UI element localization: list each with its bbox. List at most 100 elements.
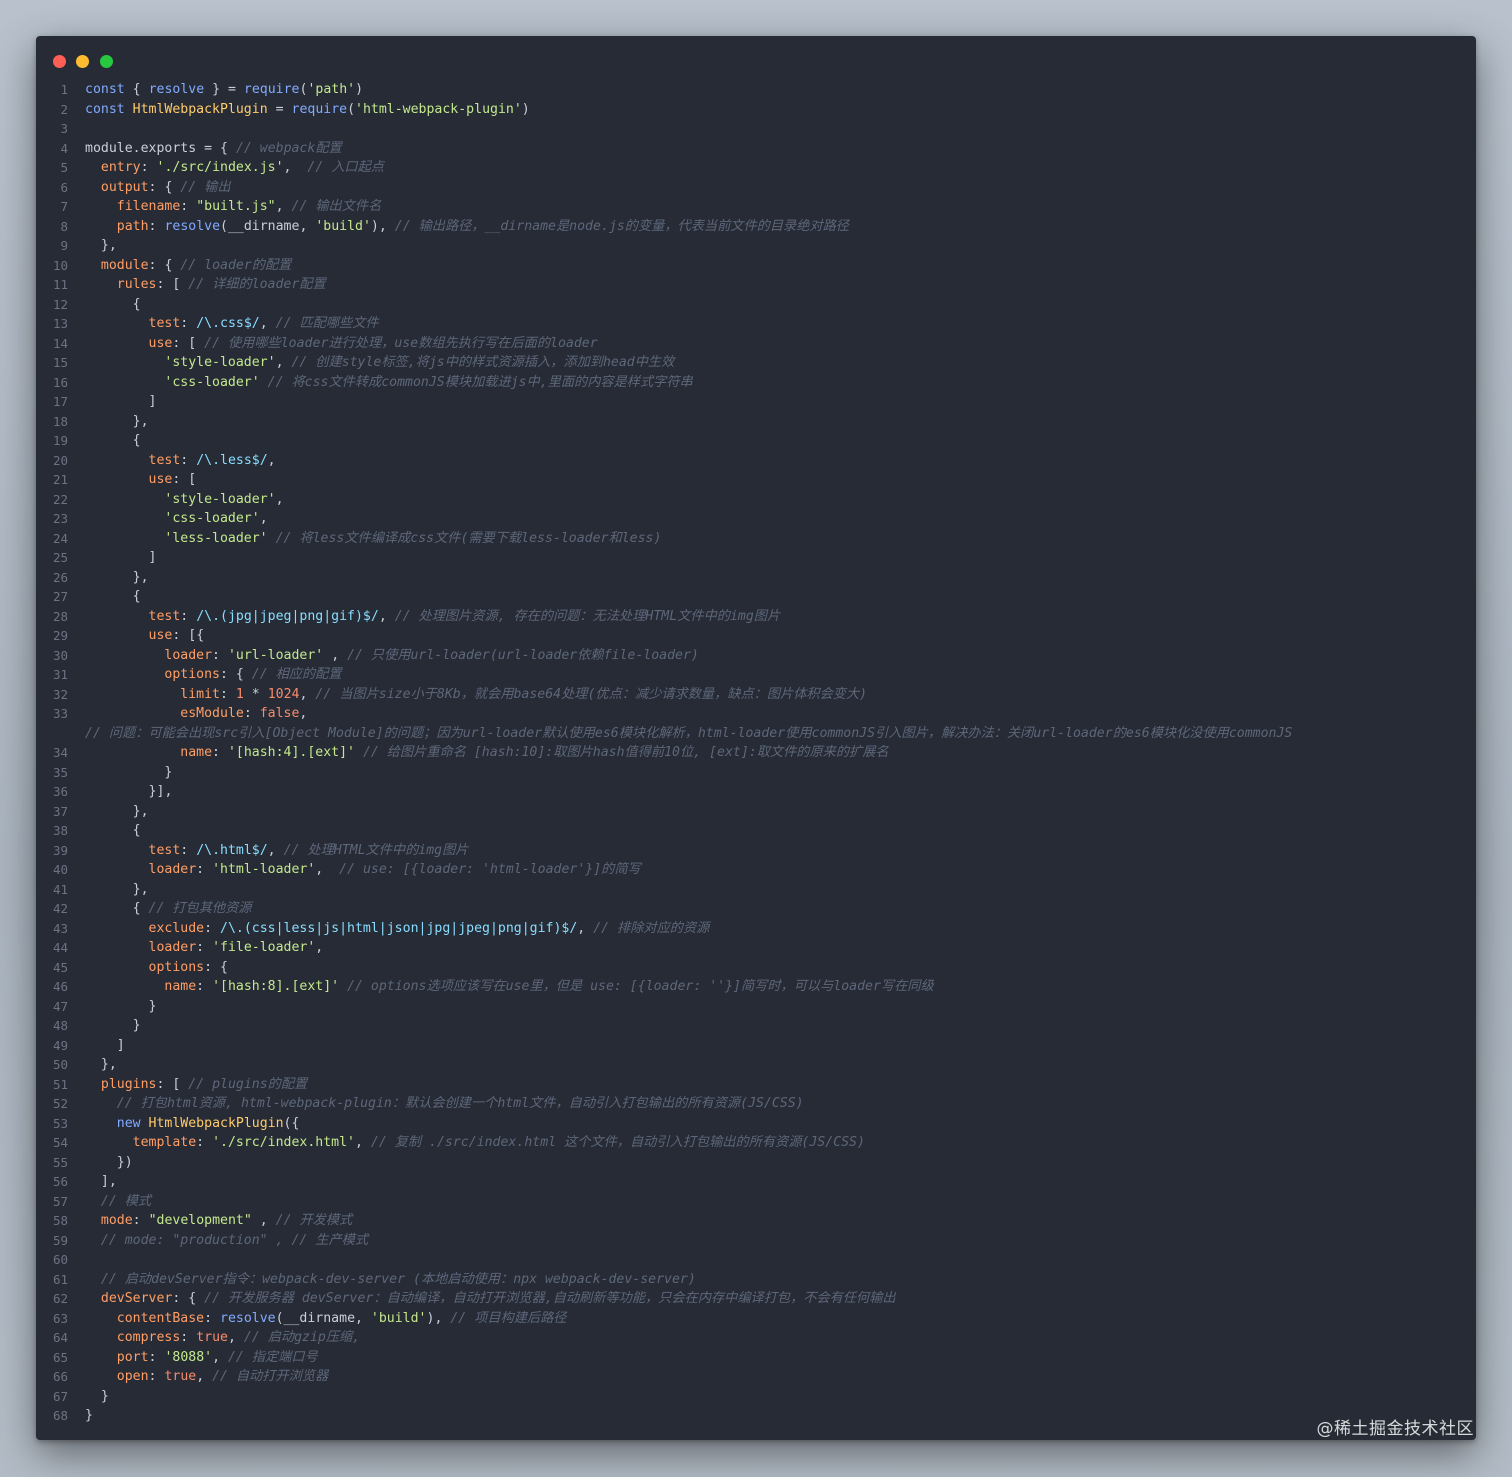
line-number: 14: [52, 335, 68, 351]
window-titlebar: [36, 36, 1476, 86]
code-text: plugins: [ // plugins的配置: [100, 1076, 308, 1092]
code-window: 1 const { resolve } = require('path') 2 con…: [36, 36, 1476, 1440]
code-line: 37 },: [36, 802, 1476, 822]
code-text: {: [132, 433, 141, 448]
code-line: 46 name: '[hash:8].[ext]' // options选项应该…: [36, 977, 1476, 997]
line-number: 41: [52, 881, 68, 897]
code-text: limit: 1 * 1024, // 当图片size小于8Kb，就会用base…: [180, 686, 868, 702]
line-number: 34: [52, 745, 68, 760]
line-number: 55: [52, 1154, 68, 1170]
code-text: output: { // 输出: [100, 179, 231, 195]
maximize-window-button[interactable]: [100, 55, 113, 68]
code-line: 2 const HtmlWebpackPlugin = require('html…: [36, 100, 1476, 120]
line-number: 22: [52, 491, 68, 507]
line-number: 60: [52, 1252, 68, 1267]
code-line: 56 ],: [36, 1172, 1476, 1192]
line-number: 31: [52, 667, 68, 682]
code-line: 31 options: { // 相应的配置: [36, 665, 1476, 685]
code-line: 35 }: [36, 763, 1476, 783]
code-text: }: [164, 764, 173, 780]
code-text: esModule: false,: [180, 706, 308, 721]
code-text: },: [100, 1057, 117, 1072]
code-line: 5 entry: './src/index.js', // 入口起点: [36, 158, 1476, 178]
line-number: 42: [52, 901, 68, 916]
line-number: 52: [52, 1096, 68, 1111]
watermark: @稀土掘金技术社区: [1316, 1419, 1474, 1439]
code-line: 54 template: './src/index.html', // 复制 .…: [36, 1133, 1476, 1153]
line-number: 1: [60, 82, 68, 97]
line-number: 49: [52, 1037, 68, 1053]
code-text: // 模式: [100, 1193, 152, 1209]
code-line: // 问题：可能会出现src引入[Object Module]的问题；因为url…: [36, 724, 1476, 744]
line-number: 56: [52, 1174, 68, 1189]
code-line: 55 }): [36, 1153, 1476, 1173]
line-number: 59: [52, 1232, 68, 1248]
minimize-window-button[interactable]: [76, 55, 89, 68]
line-number: 39: [52, 842, 68, 858]
code-text: 'style-loader',: [164, 491, 284, 507]
code-line: 18 },: [36, 412, 1476, 432]
line-number: 48: [52, 1018, 68, 1033]
code-line: 50 },: [36, 1055, 1476, 1075]
line-number: 10: [52, 257, 68, 273]
code-text: 'css-loader' // 将css文件转成commonJS模块加载进js中…: [164, 374, 693, 390]
line-number: 20: [52, 452, 68, 468]
code-line: 40 loader: 'html-loader', // use: [{load…: [36, 860, 1476, 880]
code-line: 10 module: { // loader的配置: [36, 256, 1476, 276]
line-number: 43: [52, 920, 68, 936]
close-window-button[interactable]: [53, 55, 66, 68]
line-number: 5: [60, 160, 68, 175]
code-text: name: '[hash:4].[ext]' // 给图片重命名 [hash:1…: [180, 745, 889, 760]
line-number: 46: [52, 979, 68, 994]
code-line: 3: [36, 119, 1476, 139]
code-line: 61 // 启动devServer指令：webpack-dev-server (…: [36, 1270, 1476, 1290]
line-number: 53: [52, 1115, 68, 1131]
code-line: 24 'less-loader' // 将less文件编译成css文件(需要下载…: [36, 529, 1476, 549]
code-text: devServer: { // 开发服务器 devServer：自动编译，自动打…: [100, 1291, 896, 1306]
line-number: 45: [52, 959, 68, 975]
code-text: },: [132, 413, 149, 429]
code-line: 11 rules: [ // 详细的loader配置: [36, 275, 1476, 295]
code-text: contentBase: resolve(__dirname, 'build')…: [116, 1310, 567, 1326]
code-line: 9 },: [36, 236, 1476, 256]
line-number: 28: [52, 608, 68, 624]
code-text: port: '8088', // 指定端口号: [116, 1349, 318, 1365]
code-text: loader: 'html-loader', // use: [{loader:…: [148, 862, 641, 877]
code-text: },: [132, 569, 149, 585]
line-number: 3: [60, 121, 68, 136]
code-editor: 1 const { resolve } = require('path') 2 con…: [36, 80, 1476, 1426]
line-number: 7: [60, 199, 68, 214]
code-line: 64 compress: true, // 启动gzip压缩,: [36, 1328, 1476, 1348]
code-line: 47 }: [36, 997, 1476, 1017]
code-line: 68}: [36, 1406, 1476, 1426]
code-line: 38 {: [36, 821, 1476, 841]
line-number: 57: [52, 1193, 68, 1209]
code-text: entry: './src/index.js', // 入口起点: [100, 160, 384, 175]
line-number: 11: [52, 277, 68, 292]
line-number: 17: [52, 394, 68, 409]
code-text: },: [100, 238, 117, 253]
line-number: 68: [52, 1408, 68, 1423]
code-line: 45 options: {: [36, 958, 1476, 978]
code-line: 17 ]: [36, 392, 1476, 412]
code-text: rules: [ // 详细的loader配置: [116, 277, 326, 292]
code-text: module: { // loader的配置: [100, 257, 292, 273]
line-number: 67: [52, 1388, 68, 1404]
code-text: ]: [148, 550, 157, 565]
line-number: 9: [60, 238, 68, 253]
code-text: ]: [116, 1037, 125, 1053]
code-text: }): [116, 1154, 133, 1170]
line-number: 25: [52, 550, 68, 565]
code-text: { // 打包其他资源: [132, 901, 252, 916]
code-line: 13 test: /\.css$/, // 匹配哪些文件: [36, 314, 1476, 334]
code-text: },: [132, 881, 149, 897]
code-text: 'less-loader' // 将less文件编译成css文件(需要下载les…: [164, 530, 662, 546]
line-number: 63: [52, 1310, 68, 1326]
code-line: 21 use: [: [36, 470, 1476, 490]
code-text: module.exports = { // webpack配置: [85, 140, 342, 156]
code-text: test: /\.less$/,: [148, 452, 276, 468]
line-number: 62: [52, 1291, 68, 1306]
code-line: 48 }: [36, 1016, 1476, 1036]
line-number: 58: [52, 1213, 68, 1228]
code-line: 4 module.exports = { // webpack配置: [36, 139, 1476, 159]
